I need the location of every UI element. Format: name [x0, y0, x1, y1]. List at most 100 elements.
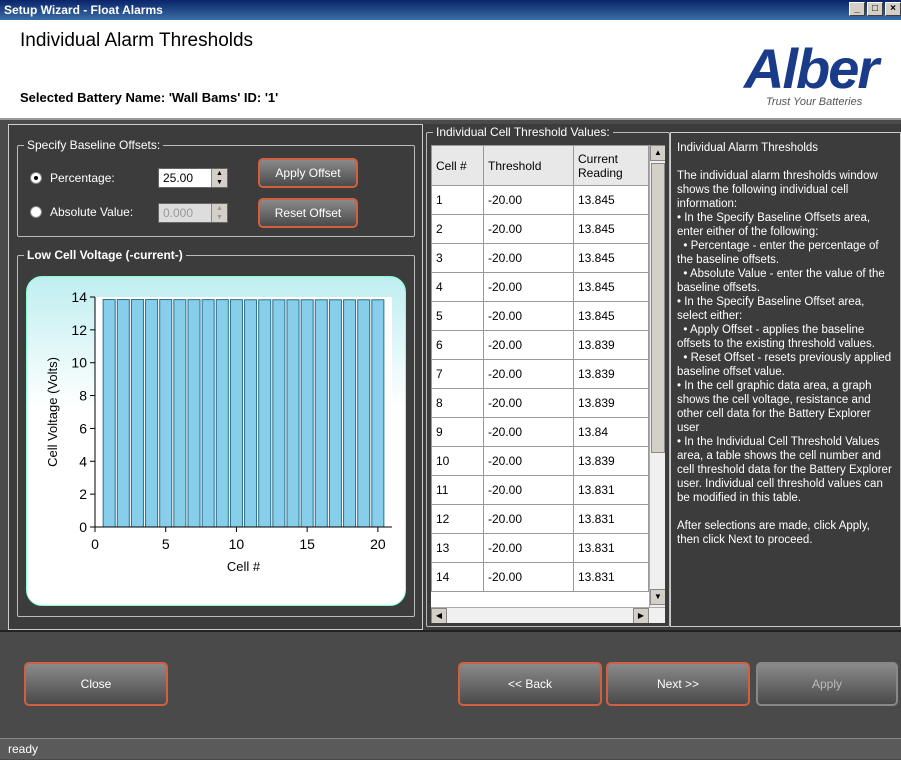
table-cell: 4: [431, 272, 484, 302]
table-cell: 13.84: [573, 417, 649, 447]
vertical-scrollbar[interactable]: ▲ ▼: [649, 145, 665, 607]
status-bar: ready: [0, 738, 901, 759]
table-row[interactable]: 10 -20.00 13.839: [431, 446, 649, 476]
table-row[interactable]: 8 -20.00 13.839: [431, 388, 649, 418]
absolute-value-radio[interactable]: [30, 206, 42, 218]
table-cell[interactable]: -20.00: [483, 504, 574, 534]
y-tick-label: 14: [71, 289, 87, 305]
horizontal-scrollbar[interactable]: ◀ ▶: [431, 607, 665, 623]
table-cell[interactable]: -20.00: [483, 446, 574, 476]
table-cell[interactable]: -20.00: [483, 330, 574, 360]
absolute-value-spinner[interactable]: ▲ ▼: [211, 204, 227, 222]
scroll-left-icon[interactable]: ◀: [431, 608, 447, 623]
table-cell: 5: [431, 301, 484, 331]
table-cell[interactable]: -20.00: [483, 359, 574, 389]
y-tick-label: 8: [79, 388, 87, 404]
table-cell[interactable]: -20.00: [483, 388, 574, 418]
percentage-input[interactable]: 25.00 ▲ ▼: [158, 168, 228, 188]
table-cell: 13.845: [573, 243, 649, 273]
table-row[interactable]: 14 -20.00 13.831: [431, 562, 649, 592]
table-cell: 9: [431, 417, 484, 447]
main-area: Specify Baseline Offsets: Percentage: 25…: [8, 124, 901, 630]
y-tick-label: 4: [79, 453, 87, 469]
page-title: Individual Alarm Thresholds: [20, 30, 254, 51]
scroll-down-icon[interactable]: ▼: [650, 589, 665, 605]
table-row[interactable]: 6 -20.00 13.839: [431, 330, 649, 360]
table-cell: 13.845: [573, 301, 649, 331]
percentage-value: 25.00: [163, 171, 194, 185]
chart-bar: [314, 299, 328, 528]
table-cell[interactable]: -20.00: [483, 475, 574, 505]
table-cell: 7: [431, 359, 484, 389]
percentage-radio[interactable]: [30, 172, 42, 184]
close-icon[interactable]: ×: [885, 2, 901, 16]
table-row[interactable]: 1 -20.00 13.845: [431, 185, 649, 215]
scroll-thumb[interactable]: [651, 163, 665, 453]
table-cell[interactable]: -20.00: [483, 272, 574, 302]
table-header-1[interactable]: Threshold: [483, 145, 574, 186]
table-row[interactable]: 2 -20.00 13.845: [431, 214, 649, 244]
table-cell: 13.839: [573, 330, 649, 360]
chart-bar: [173, 299, 187, 528]
x-tick-label: 0: [91, 536, 99, 552]
percentage-spinner[interactable]: ▲ ▼: [211, 169, 227, 187]
table-row[interactable]: 11 -20.00 13.831: [431, 475, 649, 505]
window-controls: _ □ ×: [849, 2, 901, 16]
chart-bar: [187, 299, 201, 528]
apply-offset-button[interactable]: Apply Offset: [258, 158, 358, 188]
close-button[interactable]: Close: [24, 662, 168, 706]
wizard-header: Individual Alarm Thresholds Selected Bat…: [0, 20, 901, 120]
table-cell: 13.839: [573, 388, 649, 418]
chart-group: Low Cell Voltage (-current-) 0 2 4 6 8 10 12 14…: [17, 248, 415, 617]
x-axis-label: Cell #: [227, 559, 261, 574]
chart-bar: [258, 299, 272, 528]
table-cell[interactable]: -20.00: [483, 533, 574, 563]
maximize-icon[interactable]: □: [867, 2, 883, 16]
table-row[interactable]: 4 -20.00 13.845: [431, 272, 649, 302]
chart-bar: [286, 299, 300, 528]
back-button[interactable]: << Back: [458, 662, 602, 706]
x-tick-label: 15: [299, 536, 315, 552]
table-row[interactable]: 5 -20.00 13.845: [431, 301, 649, 331]
table-cell[interactable]: -20.00: [483, 243, 574, 273]
window-title: Setup Wizard - Float Alarms: [4, 3, 163, 17]
alber-logo: Alber Trust Your Batteries: [744, 37, 901, 112]
minimize-icon[interactable]: _: [849, 2, 865, 16]
table-row[interactable]: 9 -20.00 13.84: [431, 417, 649, 447]
x-tick-label: 10: [229, 536, 245, 552]
chart-bar: [272, 299, 286, 528]
chart-bar: [357, 299, 371, 528]
table-row[interactable]: 7 -20.00 13.839: [431, 359, 649, 389]
table-cell[interactable]: -20.00: [483, 214, 574, 244]
table-cell[interactable]: -20.00: [483, 185, 574, 215]
table-row[interactable]: 12 -20.00 13.831: [431, 504, 649, 534]
absolute-value-input[interactable]: 0.000 ▲ ▼: [158, 203, 228, 223]
chart-bar: [300, 299, 314, 528]
next-button[interactable]: Next >>: [606, 662, 750, 706]
baseline-offsets-group: Specify Baseline Offsets: Percentage: 25…: [17, 138, 415, 237]
table-panel: Individual Cell Threshold Values: Cell #…: [426, 124, 670, 630]
table-cell[interactable]: -20.00: [483, 562, 574, 592]
table-row[interactable]: 13 -20.00 13.831: [431, 533, 649, 563]
table-cell: 13.831: [573, 504, 649, 534]
table-row[interactable]: 3 -20.00 13.845: [431, 243, 649, 273]
scroll-up-icon[interactable]: ▲: [650, 145, 665, 161]
y-tick-label: 6: [79, 420, 87, 436]
table-cell: 8: [431, 388, 484, 418]
table-cell[interactable]: -20.00: [483, 417, 574, 447]
table-header-0[interactable]: Cell #: [431, 145, 484, 186]
table-cell: 11: [431, 475, 484, 505]
chart-bar: [116, 299, 130, 528]
table-cell[interactable]: -20.00: [483, 301, 574, 331]
table-header-2[interactable]: Current Reading: [573, 145, 649, 186]
table-cell: 13.839: [573, 359, 649, 389]
reset-offset-button[interactable]: Reset Offset: [258, 198, 358, 228]
scroll-right-icon[interactable]: ▶: [633, 608, 649, 623]
apply-button[interactable]: Apply: [756, 662, 898, 706]
logo-tagline: Trust Your Batteries: [766, 96, 863, 108]
window-title-bar: Setup Wizard - Float Alarms _ □ ×: [0, 0, 901, 20]
chart-bar: [102, 299, 116, 528]
chart-group-label: Low Cell Voltage (-current-): [24, 248, 186, 262]
chart-bar: [145, 299, 159, 528]
chart-bar: [130, 299, 144, 528]
